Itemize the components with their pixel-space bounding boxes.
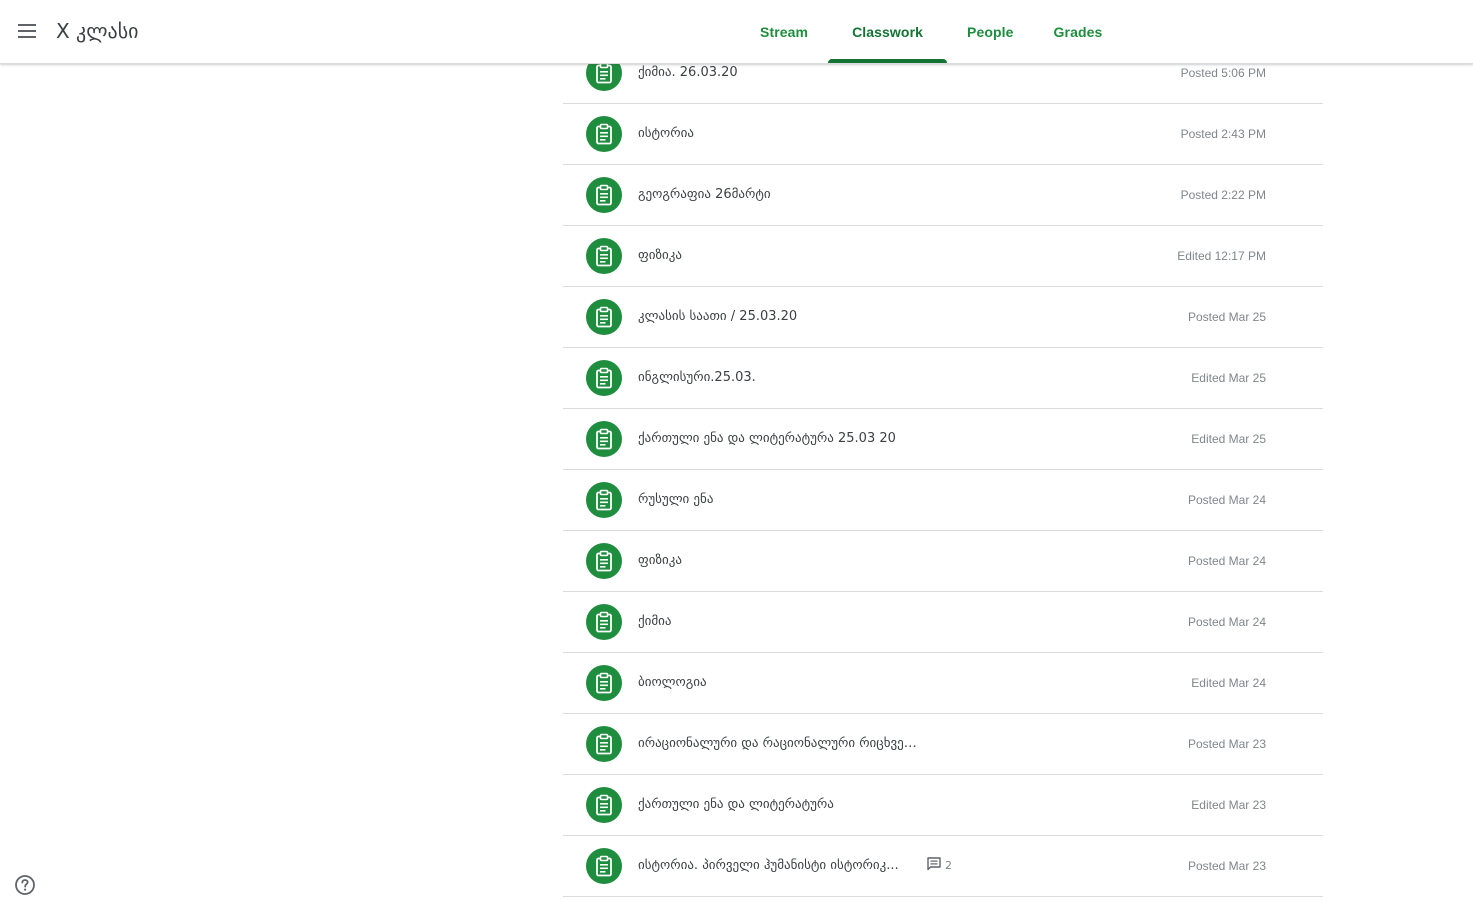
assignment-row[interactable]: ფიზიკა Posted Mar 24: [563, 531, 1323, 592]
assignment-title: ქიმია. 26.03.20: [638, 65, 738, 80]
assignment-icon: [596, 855, 612, 877]
main-menu-button[interactable]: [12, 16, 42, 46]
assignment-icon: [596, 733, 612, 755]
assignment-title: ისტორია. პირველი ჰუმანისტი ისტორიკ...: [638, 858, 899, 873]
assignment-status: Posted 2:43 PM: [1180, 127, 1266, 141]
assignment-status: Edited Mar 25: [1191, 371, 1266, 385]
assignment-title: ქიმია: [638, 614, 672, 629]
tab-people[interactable]: People: [947, 0, 1034, 63]
assignment-title: ირაციონალური და რაციონალური რიცხვები:: [638, 736, 918, 751]
assignment-icon: [596, 489, 612, 511]
assignment-icon-badge: [586, 360, 622, 396]
assignment-title: ფიზიკა: [638, 553, 682, 568]
assignment-status: Posted 5:06 PM: [1180, 66, 1266, 80]
assignment-icon: [596, 306, 612, 328]
assignment-row[interactable]: რუსული ენა Posted Mar 24: [563, 470, 1323, 531]
assignment-row[interactable]: ქიმია Posted Mar 24: [563, 592, 1323, 653]
assignment-row[interactable]: კლასის საათი / 25.03.20 Posted Mar 25: [563, 287, 1323, 348]
assignment-title: რუსული ენა: [638, 492, 714, 507]
assignment-status: Posted Mar 24: [1187, 615, 1266, 629]
hamburger-menu-icon: [18, 24, 36, 38]
assignment-row[interactable]: ინგლისური.25.03. Edited Mar 25: [563, 348, 1323, 409]
assignment-row[interactable]: ისტორია. პირველი ჰუმანისტი ისტორიკ... 2 Po…: [563, 836, 1323, 897]
help-button[interactable]: [14, 874, 36, 896]
assignment-icon-badge: [586, 848, 622, 884]
assignment-icon: [596, 245, 612, 267]
assignment-title: ქართული ენა და ლიტერატურა: [638, 797, 834, 812]
assignment-status: Posted Mar 23: [1187, 859, 1266, 873]
comment-count: 2: [927, 856, 952, 872]
assignment-status: Posted Mar 24: [1187, 554, 1266, 568]
classwork-list: ქიმია. 26.03.20 Posted 5:06 PM ისტორია Post…: [563, 43, 1323, 897]
assignment-icon: [596, 794, 612, 816]
assignment-icon: [596, 367, 612, 389]
assignment-icon-badge: [586, 665, 622, 701]
assignment-title: კლასის საათი / 25.03.20: [638, 309, 798, 324]
assignment-icon-badge: [586, 726, 622, 762]
assignment-status: Posted Mar 23: [1187, 737, 1266, 751]
assignment-icon-badge: [586, 604, 622, 640]
assignment-title: ფიზიკა: [638, 248, 682, 263]
assignment-icon-badge: [586, 116, 622, 152]
assignment-icon-badge: [586, 177, 622, 213]
assignment-status: Edited Mar 24: [1191, 676, 1266, 690]
assignment-icon-badge: [586, 787, 622, 823]
assignment-icon-badge: [586, 299, 622, 335]
class-title[interactable]: X კლასი: [56, 17, 139, 45]
assignment-icon: [596, 550, 612, 572]
top-app-bar: X კლასი Stream Classwork People Grades: [0, 0, 1473, 64]
assignment-row[interactable]: ქართული ენა და ლიტერატურა 25.03 20 Edited…: [563, 409, 1323, 470]
class-tabs: Stream Classwork People Grades: [740, 0, 1122, 63]
comment-count-value: 2: [945, 859, 952, 872]
tab-stream[interactable]: Stream: [740, 0, 828, 63]
assignment-title: ინგლისური.25.03.: [638, 370, 756, 385]
assignment-row[interactable]: ქართული ენა და ლიტერატურა Edited Mar 23: [563, 775, 1323, 836]
assignment-title: ისტორია: [638, 126, 694, 141]
assignment-status: Posted Mar 24: [1187, 493, 1266, 507]
assignment-icon: [596, 672, 612, 694]
assignment-row[interactable]: ბიოლოგია Edited Mar 24: [563, 653, 1323, 714]
assignment-row[interactable]: ფიზიკა Edited 12:17 PM: [563, 226, 1323, 287]
assignment-title: გეოგრაფია 26მარტი: [638, 187, 771, 202]
assignment-title: ბიოლოგია: [638, 675, 707, 690]
assignment-title: ქართული ენა და ლიტერატურა 25.03 20: [638, 431, 896, 446]
assignment-status: Posted 2:22 PM: [1180, 188, 1266, 202]
help-circle-icon: [15, 875, 35, 895]
assignment-row[interactable]: გეოგრაფია 26მარტი Posted 2:22 PM: [563, 165, 1323, 226]
assignment-icon-badge: [586, 482, 622, 518]
assignment-icon-badge: [586, 543, 622, 579]
tab-classwork[interactable]: Classwork: [828, 0, 947, 63]
assignment-icon: [596, 611, 612, 633]
assignment-row[interactable]: ირაციონალური და რაციონალური რიცხვები: Pos…: [563, 714, 1323, 775]
assignment-status: Posted Mar 25: [1187, 310, 1266, 324]
comment-icon: [927, 857, 941, 871]
tab-grades[interactable]: Grades: [1034, 0, 1123, 63]
assignment-icon: [596, 184, 612, 206]
assignment-icon-badge: [586, 238, 622, 274]
assignment-status: Edited 12:17 PM: [1177, 249, 1266, 263]
assignment-icon-badge: [586, 421, 622, 457]
assignment-icon: [596, 428, 612, 450]
assignment-icon: [596, 123, 612, 145]
assignment-status: Edited Mar 23: [1191, 798, 1266, 812]
assignment-status: Edited Mar 25: [1191, 432, 1266, 446]
assignment-icon: [596, 62, 612, 84]
assignment-row[interactable]: ისტორია Posted 2:43 PM: [563, 104, 1323, 165]
